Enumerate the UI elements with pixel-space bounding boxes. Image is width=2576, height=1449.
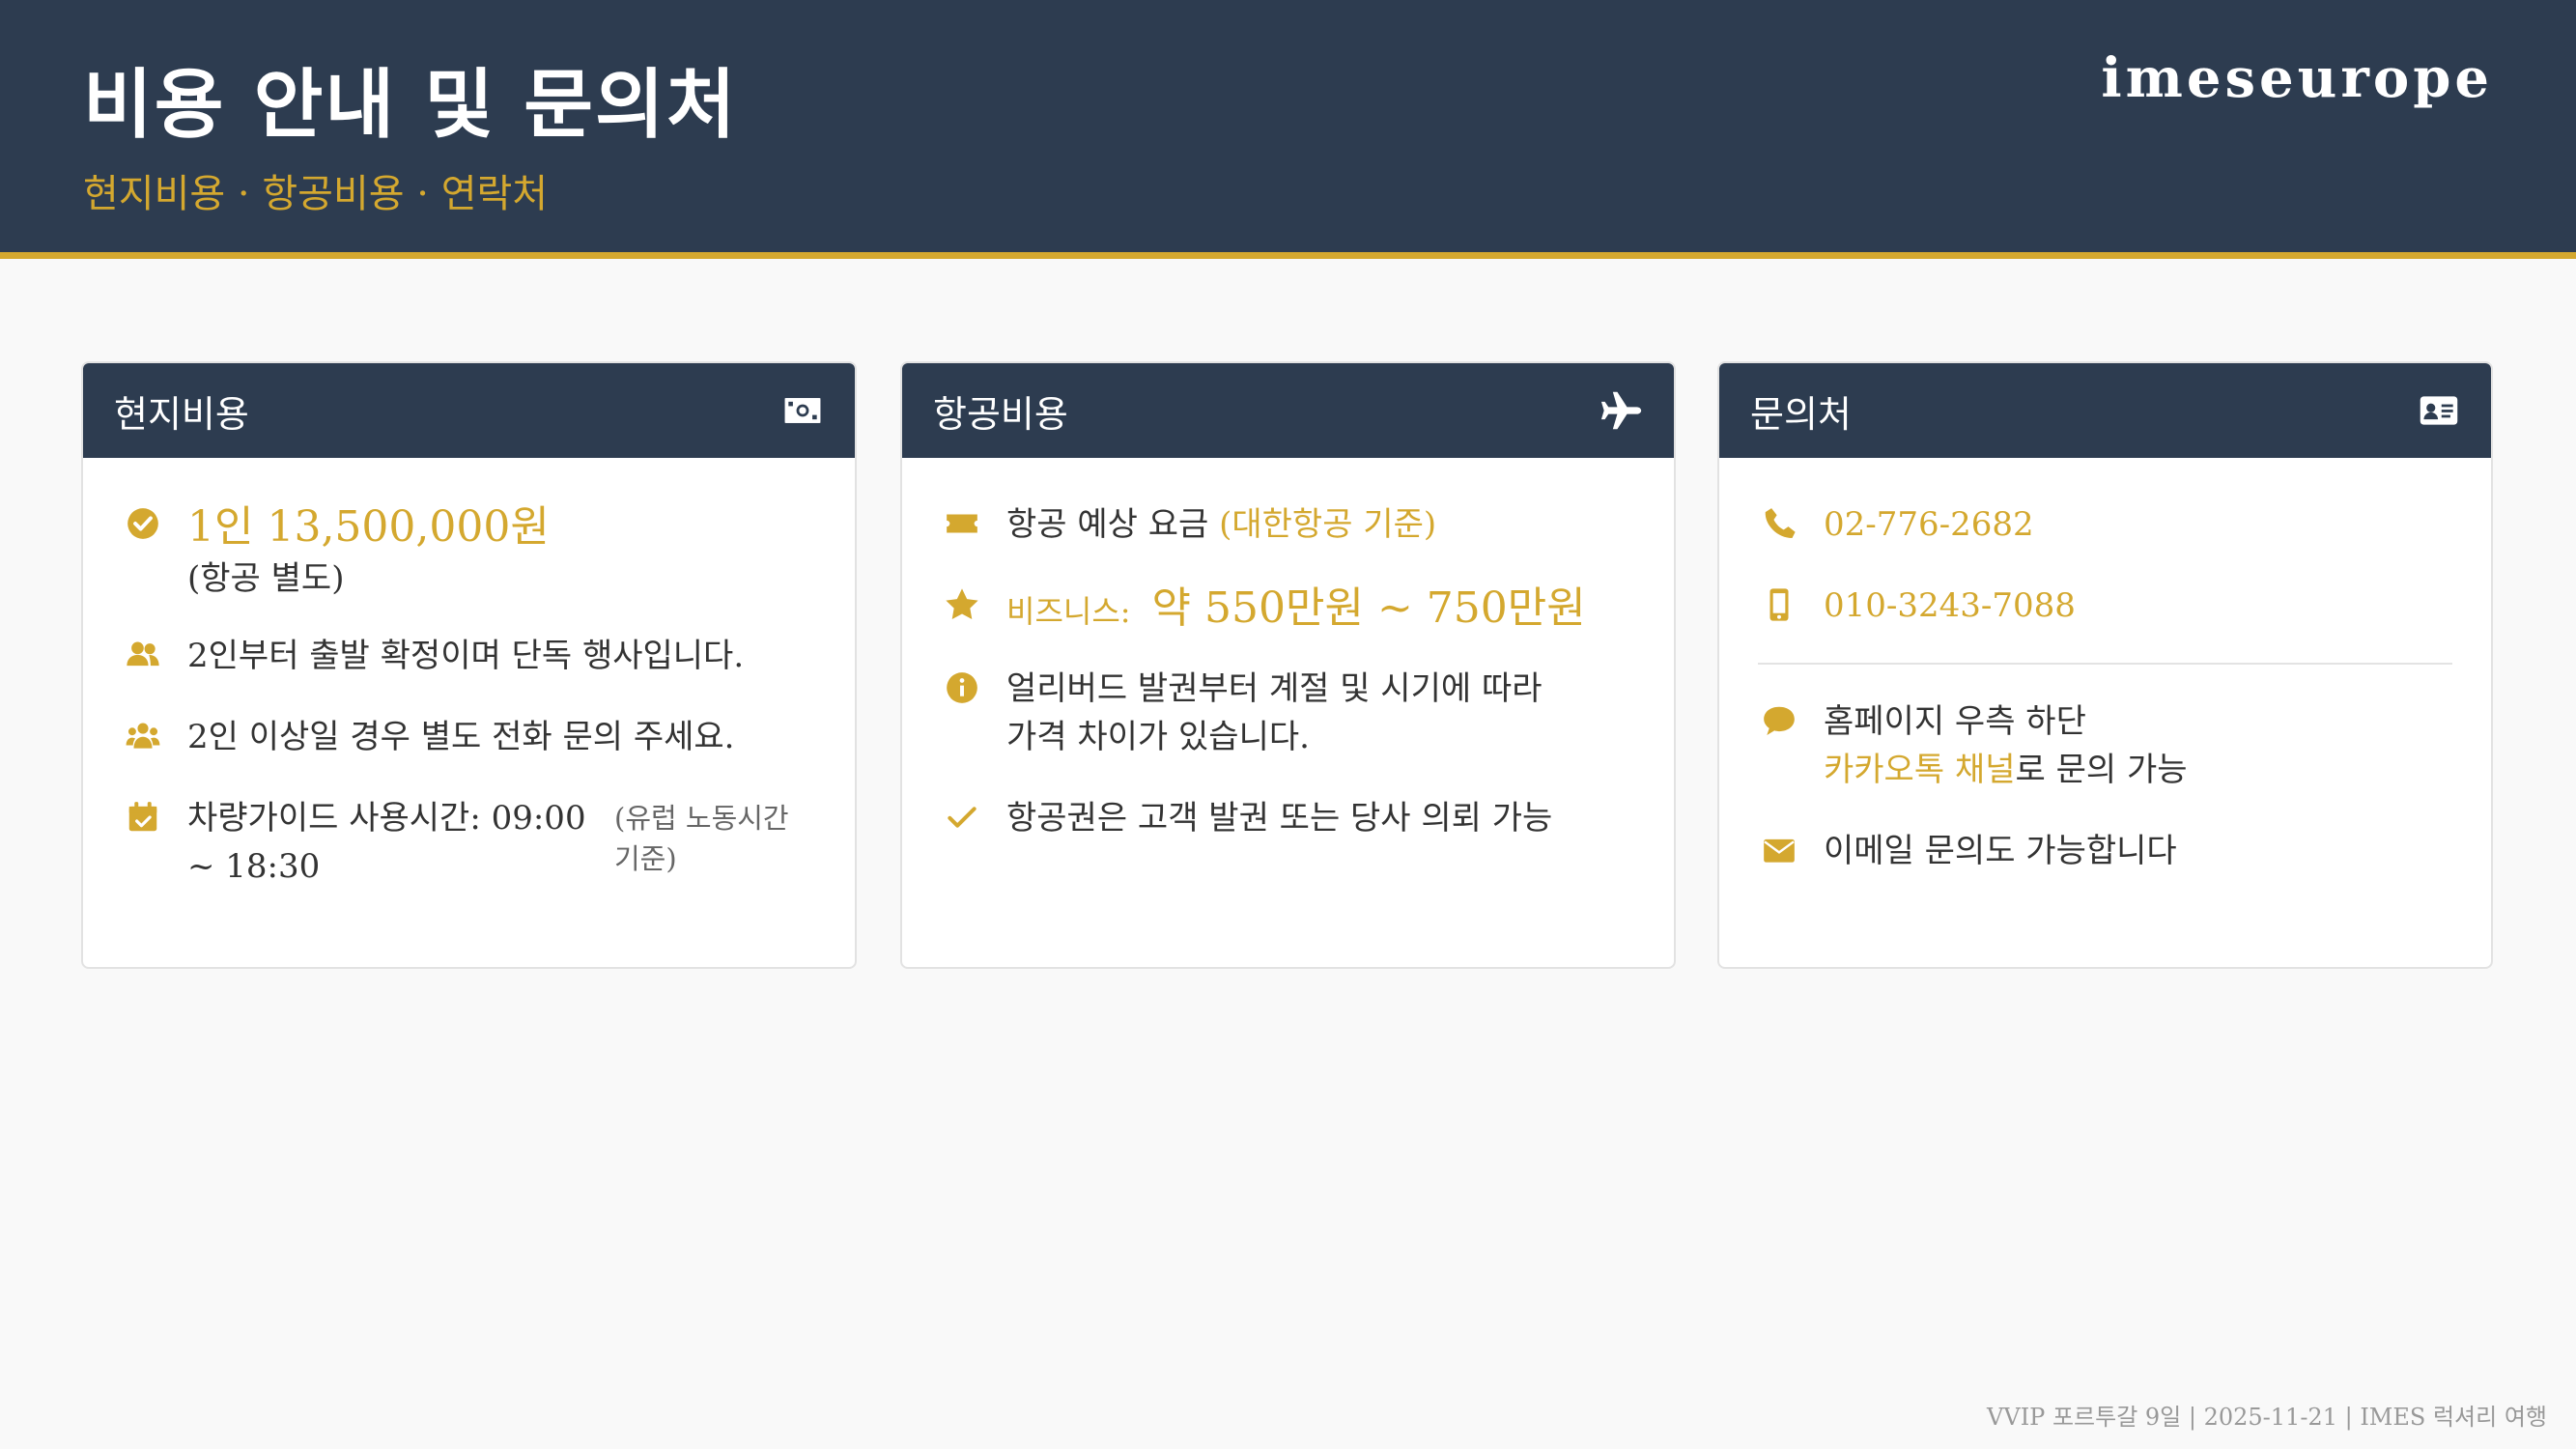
card-header: 현지비용	[83, 363, 855, 458]
price-note-line-2: 가격 차이가 있습니다.	[1006, 718, 1310, 756]
star-icon	[941, 583, 983, 626]
contact-card: 문의처 02-776-2682 010-3243-7088 홈페이지 우측 하단…	[1717, 361, 2493, 969]
mobile-number[interactable]: 010-3243-7088	[1824, 582, 2076, 630]
page-footer: VVIP 포르투갈 9일 | 2025-11-21 | IMES 럭셔리 여행	[1987, 1404, 2547, 1431]
check-icon	[941, 796, 983, 838]
page-title: 비용 안내 및 문의처	[83, 61, 738, 149]
page-header: 비용 안내 및 문의처 현지비용 · 항공비용 · 연락처 imeseurope	[0, 0, 2576, 259]
list-item: 홈페이지 우측 하단 카카오톡 채널로 문의 가능	[1758, 697, 2452, 794]
flight-cost-card: 항공비용 항공 예상 요금 (대한항공 기준) 비즈니스: 약 550만원 ~ …	[900, 361, 1676, 969]
local-cost-card: 현지비용 1인 13,500,000원 (항공 별도) 2인부터 출발 확정이며…	[81, 361, 857, 969]
brand-logo: imeseurope	[2101, 46, 2493, 110]
calendar-check-icon	[122, 796, 164, 838]
kakao-suffix: 로 문의 가능	[2015, 751, 2188, 789]
card-header: 문의처	[1719, 363, 2491, 458]
group-inquiry-text: 2인 이상일 경우 별도 전화 문의 주세요.	[187, 718, 735, 756]
list-item: 02-776-2682	[1758, 500, 2452, 549]
list-item: 얼리버드 발권부터 계절 및 시기에 따라 가격 차이가 있습니다.	[941, 665, 1635, 761]
email-note: 이메일 문의도 가능합니다	[1824, 832, 2177, 870]
money-bill-icon	[781, 389, 824, 432]
ticketing-note: 항공권은 고객 발권 또는 당사 의뢰 가능	[1006, 799, 1553, 838]
business-label: 비즈니스:	[1006, 593, 1131, 630]
business-price: 약 550만원 ~ 750만원	[1151, 583, 1586, 633]
id-card-icon	[2418, 389, 2460, 432]
guide-hours-text: 차량가이드 사용시간: 09:00 ~ 18:30	[187, 799, 586, 886]
fare-label: 항공 예상 요금	[1006, 505, 1209, 544]
list-item: 차량가이드 사용시간: 09:00 ~ 18:30 (유럽 노동시간 기준)	[122, 794, 816, 891]
plane-icon	[1600, 389, 1643, 432]
phone-icon	[1758, 502, 1800, 545]
users-icon	[122, 715, 164, 757]
ticket-icon	[941, 502, 983, 545]
list-item: 비즈니스: 약 550만원 ~ 750만원	[941, 582, 1635, 636]
user-group-icon	[122, 634, 164, 676]
mobile-icon	[1758, 583, 1800, 626]
phone-number[interactable]: 02-776-2682	[1824, 500, 2034, 549]
list-item: 2인 이상일 경우 별도 전화 문의 주세요.	[122, 713, 816, 761]
list-item: 2인부터 출발 확정이며 단독 행사입니다.	[122, 632, 816, 680]
local-price-note: (항공 별도)	[187, 559, 345, 598]
list-item: 이메일 문의도 가능합니다	[1758, 827, 2452, 875]
page-subtitle: 현지비용 · 항공비용 · 연락처	[83, 172, 549, 216]
info-circle-icon	[941, 667, 983, 709]
fare-basis: (대한항공 기준)	[1219, 505, 1437, 544]
comment-icon	[1758, 699, 1800, 742]
list-item: 010-3243-7088	[1758, 582, 2452, 630]
price-note-line-1: 얼리버드 발권부터 계절 및 시기에 따라	[1006, 669, 1543, 708]
card-title: 문의처	[1750, 392, 1852, 436]
list-item: 항공 예상 요금 (대한항공 기준)	[941, 500, 1635, 549]
card-header: 항공비용	[902, 363, 1674, 458]
min-participants-text: 2인부터 출발 확정이며 단독 행사입니다.	[187, 637, 745, 675]
divider	[1758, 663, 2452, 665]
card-title: 현지비용	[114, 392, 249, 436]
check-circle-icon	[122, 502, 164, 545]
list-item: 항공권은 고객 발권 또는 당사 의뢰 가능	[941, 794, 1635, 842]
kakao-line-1: 홈페이지 우측 하단	[1824, 702, 2086, 741]
kakao-channel-link[interactable]: 카카오톡 채널	[1824, 751, 2016, 789]
local-price: 1인 13,500,000원	[187, 502, 550, 552]
guide-hours-note: (유럽 노동시간 기준)	[614, 802, 789, 875]
envelope-icon	[1758, 829, 1800, 871]
card-title: 항공비용	[933, 392, 1068, 436]
